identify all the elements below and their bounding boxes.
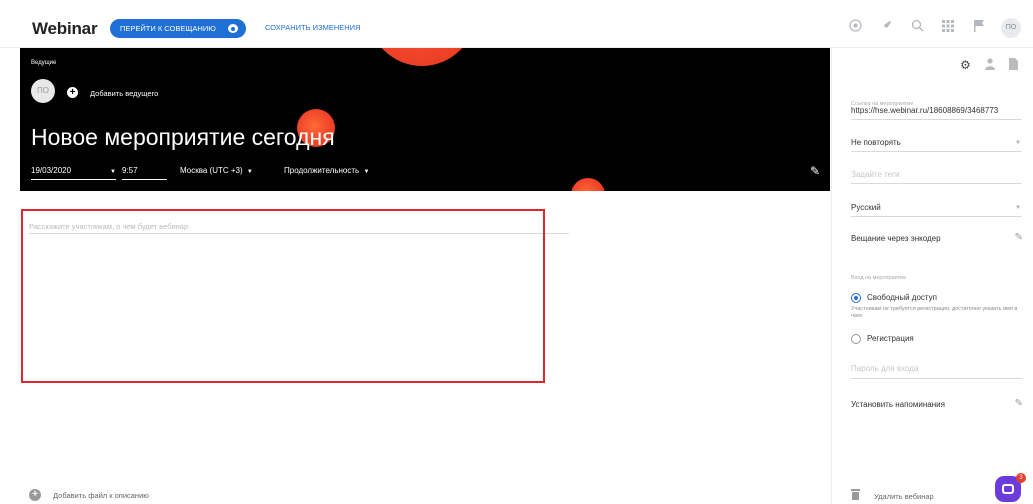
duration-select[interactable]: Продолжительность ▼	[284, 166, 374, 180]
encoder-broadcast[interactable]: Вещание через энкодер	[851, 234, 941, 243]
apps-grid-icon[interactable]	[939, 19, 957, 37]
highlight-annotation-box	[21, 209, 545, 383]
delete-webinar-button[interactable]: Удалить вебинар	[874, 492, 934, 501]
join-meeting-label: ПЕРЕЙТИ К СОВЕЩАНИЮ	[120, 24, 216, 33]
registration-radio[interactable]	[851, 334, 861, 344]
host-avatar[interactable]: ПО	[31, 79, 55, 103]
time-value: 9:57	[122, 166, 138, 175]
document-icon[interactable]	[1008, 58, 1018, 73]
person-icon[interactable]	[984, 58, 995, 73]
event-hero-banner: Ведущие ПО + Добавить ведущего Новое мер…	[20, 48, 830, 191]
date-value: 19/03/2020	[31, 166, 72, 175]
free-access-help: Участникам не требуется регистрация, дос…	[851, 306, 1018, 319]
free-access-radio[interactable]	[851, 293, 861, 303]
trash-icon[interactable]	[851, 489, 860, 500]
chevron-down-icon: ▼	[110, 169, 116, 175]
divider	[851, 183, 1022, 184]
edit-pencil-icon[interactable]: ✎	[1015, 398, 1023, 409]
registration-label: Регистрация	[867, 334, 914, 343]
panel-tabs: ⚙	[960, 58, 1018, 73]
tags-input[interactable]: Задайте теги	[851, 170, 900, 179]
divider	[851, 151, 1022, 152]
help-icon[interactable]	[846, 19, 864, 37]
add-host-icon[interactable]: +	[67, 87, 78, 98]
settings-panel: ⚙ Ссылка на мероприятие https://hse.webi…	[831, 48, 1033, 504]
flag-icon[interactable]	[970, 19, 988, 37]
edit-pencil-icon[interactable]: ✎	[810, 164, 820, 178]
password-input[interactable]: Пароль для входа	[851, 364, 918, 373]
user-avatar[interactable]: ПО	[1001, 18, 1021, 38]
plus-icon: +	[29, 489, 41, 501]
time-field[interactable]: 9:57	[122, 166, 167, 180]
search-icon[interactable]	[908, 19, 926, 37]
chat-icon	[1002, 484, 1014, 494]
chevron-down-icon: ▼	[1015, 205, 1021, 211]
eye-icon	[228, 24, 238, 33]
timezone-select[interactable]: Москва (UTC +3) ▼	[180, 166, 273, 180]
edit-pencil-icon[interactable]: ✎	[1015, 232, 1023, 243]
divider	[851, 216, 1022, 217]
date-field[interactable]: 19/03/2020 ▼	[31, 166, 116, 180]
add-file-label: Добавить файл к описанию	[53, 490, 149, 500]
add-host-button[interactable]: Добавить ведущего	[90, 89, 158, 98]
rocket-icon[interactable]	[877, 19, 895, 37]
decorative-circle	[571, 178, 605, 191]
set-reminders[interactable]: Установить напоминания	[851, 400, 945, 409]
notification-badge: 3	[1016, 473, 1026, 483]
chevron-down-icon: ▼	[363, 169, 370, 175]
save-changes-link[interactable]: СОХРАНИТЬ ИЗМЕНЕНИЯ	[265, 23, 360, 32]
access-label: Вход на мероприятие	[851, 275, 907, 281]
free-access-label: Свободный доступ	[867, 293, 937, 302]
top-bar: Webinar ПЕРЕЙТИ К СОВЕЩАНИЮ СОХРАНИТЬ ИЗ…	[0, 0, 1033, 48]
join-meeting-button[interactable]: ПЕРЕЙТИ К СОВЕЩАНИЮ	[110, 19, 246, 38]
event-title[interactable]: Новое мероприятие сегодня	[31, 124, 335, 151]
language-select[interactable]: Русский	[851, 203, 881, 212]
add-file-button[interactable]: + Добавить файл к описанию	[29, 489, 149, 501]
event-link-value[interactable]: https://hse.webinar.ru/18608869/3468773	[851, 106, 998, 115]
timezone-value: Москва (UTC +3)	[180, 166, 243, 175]
top-icons: ПО	[846, 18, 1021, 38]
chevron-down-icon: ▼	[1015, 140, 1021, 146]
divider	[851, 119, 1022, 120]
divider	[851, 378, 1022, 379]
hosts-label: Ведущие	[31, 60, 57, 66]
decorative-circle	[368, 48, 476, 66]
duration-value: Продолжительность	[284, 166, 360, 175]
gear-icon[interactable]: ⚙	[960, 58, 971, 73]
chevron-down-icon: ▼	[246, 169, 253, 175]
repeat-select[interactable]: Не повторять	[851, 138, 901, 147]
logo: Webinar	[32, 19, 98, 38]
